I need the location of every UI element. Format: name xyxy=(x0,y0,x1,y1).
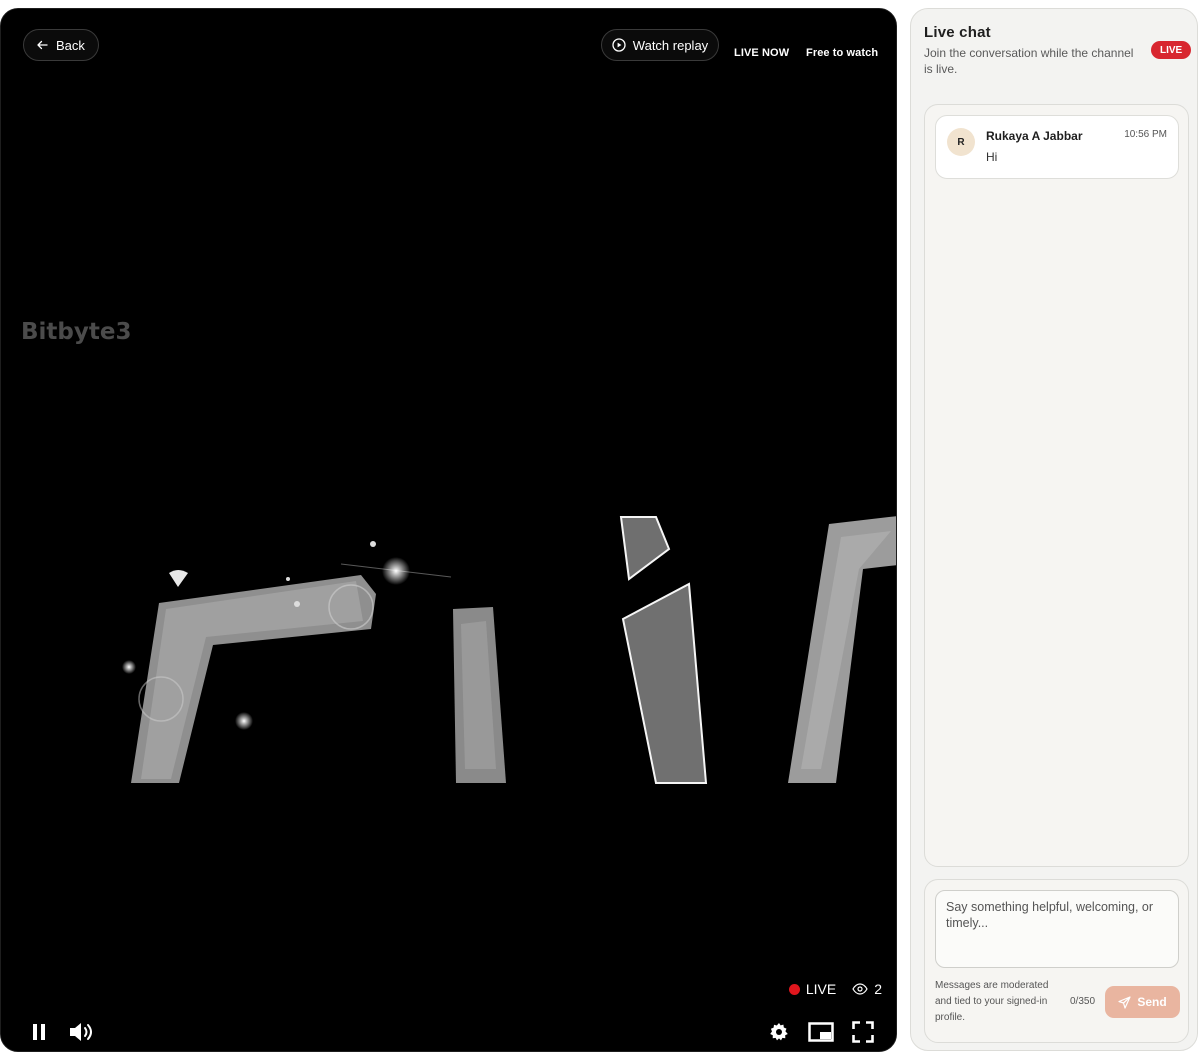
settings-button[interactable] xyxy=(765,1019,793,1045)
character-counter: 0/350 xyxy=(1070,996,1096,1007)
eye-icon xyxy=(852,983,868,995)
video-player[interactable]: Back Watch replay LIVE NOW Free to watch… xyxy=(0,8,897,1052)
send-icon xyxy=(1118,995,1131,1009)
live-status: LIVE 2 xyxy=(788,981,882,997)
pause-button[interactable] xyxy=(25,1019,53,1045)
chat-subtitle: Join the conversation while the channel … xyxy=(924,46,1134,76)
gear-icon xyxy=(769,1022,789,1042)
message-composer: Messages are moderated and tied to your … xyxy=(924,879,1189,1043)
back-label: Back xyxy=(56,37,85,53)
chat-message-input[interactable] xyxy=(935,890,1179,968)
send-label: Send xyxy=(1137,995,1167,1009)
avatar: R xyxy=(947,128,975,156)
chat-title: Live chat xyxy=(924,24,991,41)
message-time: 10:56 PM xyxy=(1124,129,1167,140)
volume-icon xyxy=(69,1021,97,1043)
live-badge: LIVE xyxy=(1151,41,1192,59)
back-button[interactable]: Back xyxy=(23,29,99,61)
picture-in-picture-button[interactable] xyxy=(807,1019,835,1045)
volume-button[interactable] xyxy=(69,1019,97,1045)
live-chat-panel: Live chat Join the conversation while th… xyxy=(910,8,1198,1051)
viewer-count: 2 xyxy=(874,981,882,997)
live-now-tag: LIVE NOW xyxy=(734,47,790,59)
chat-message: R Rukaya A Jabbar 10:56 PM Hi xyxy=(935,115,1179,179)
send-button[interactable]: Send xyxy=(1105,986,1180,1018)
video-frame xyxy=(1,9,896,1051)
moderation-note: Messages are moderated and tied to your … xyxy=(935,980,1049,1023)
fullscreen-icon xyxy=(852,1021,874,1043)
arrow-left-icon xyxy=(36,39,48,51)
live-indicator-label: LIVE xyxy=(805,981,837,997)
watch-replay-label: Watch replay xyxy=(632,37,709,53)
fullscreen-button[interactable] xyxy=(849,1019,877,1045)
picture-in-picture-icon xyxy=(808,1022,834,1042)
message-author: Rukaya A Jabbar xyxy=(986,129,1083,143)
play-circle-icon xyxy=(612,38,626,52)
message-text: Hi xyxy=(986,150,998,164)
watch-replay-button[interactable]: Watch replay xyxy=(601,29,719,61)
message-list[interactable]: R Rukaya A Jabbar 10:56 PM Hi xyxy=(924,104,1189,867)
pause-icon xyxy=(31,1023,47,1041)
live-dot-icon xyxy=(788,983,800,995)
channel-watermark: Bitbyte3 xyxy=(21,319,132,345)
free-to-watch-tag: Free to watch xyxy=(806,47,879,59)
